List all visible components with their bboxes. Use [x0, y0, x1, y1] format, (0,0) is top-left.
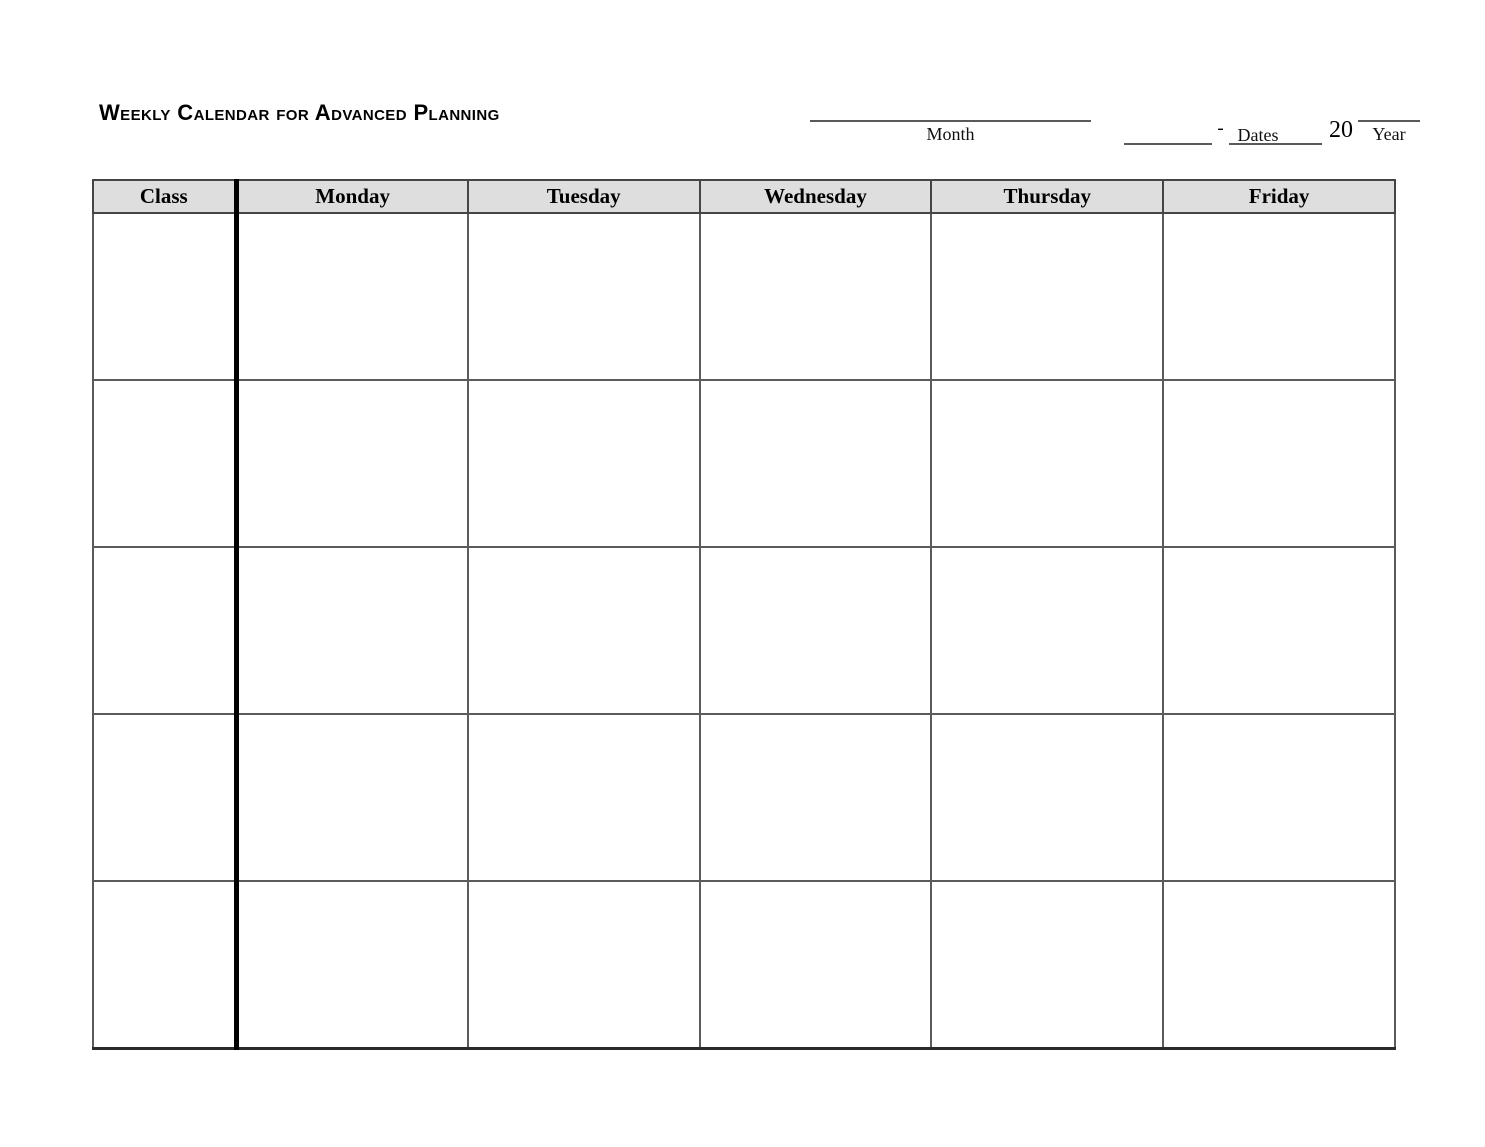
cell-friday[interactable]	[1162, 379, 1396, 548]
column-header-friday: Friday	[1162, 179, 1396, 214]
cell-friday[interactable]	[1162, 880, 1396, 1050]
cell-tuesday[interactable]	[466, 880, 701, 1050]
cell-thursday[interactable]	[930, 212, 1165, 381]
column-header-monday: Monday	[235, 179, 469, 214]
cell-thursday[interactable]	[930, 713, 1165, 882]
cell-tuesday[interactable]	[466, 546, 701, 715]
month-field-label: Month	[926, 124, 975, 144]
dates-start-field-group	[1124, 119, 1212, 145]
column-header-class: Class	[92, 179, 239, 214]
cell-monday[interactable]	[235, 379, 469, 548]
cell-wednesday[interactable]	[698, 713, 933, 882]
cell-friday[interactable]	[1162, 713, 1396, 882]
table-row	[92, 546, 1396, 715]
cell-friday[interactable]	[1162, 212, 1396, 381]
cell-tuesday[interactable]	[466, 212, 701, 381]
calendar-page: Weekly Calendar for Advanced Planning Mo…	[0, 0, 1485, 1147]
header-fill-in-fields: Month - Dates 20 Year	[810, 96, 1420, 145]
dates-range-separator: -	[1217, 118, 1224, 139]
table-row	[92, 379, 1396, 548]
table-row	[92, 713, 1396, 882]
cell-monday[interactable]	[235, 212, 469, 381]
column-header-thursday: Thursday	[930, 179, 1165, 214]
cell-class[interactable]	[92, 379, 239, 548]
cell-monday[interactable]	[235, 880, 469, 1050]
cell-thursday[interactable]	[930, 880, 1165, 1050]
cell-monday[interactable]	[235, 546, 469, 715]
cell-tuesday[interactable]	[466, 379, 701, 548]
cell-wednesday[interactable]	[698, 880, 933, 1050]
weekly-calendar-table: Class Monday Tuesday Wednesday Thursday …	[92, 179, 1396, 1050]
table-body	[92, 212, 1396, 1050]
cell-class[interactable]	[92, 212, 239, 381]
cell-thursday[interactable]	[930, 546, 1165, 715]
year-field-group: Year	[1358, 96, 1420, 145]
cell-class[interactable]	[92, 880, 239, 1050]
cell-wednesday[interactable]	[698, 379, 933, 548]
cell-thursday[interactable]	[930, 379, 1165, 548]
cell-class[interactable]	[92, 546, 239, 715]
dates-end-field-group: Dates	[1229, 119, 1322, 145]
dates-field-label: Dates	[1237, 125, 1279, 145]
column-header-tuesday: Tuesday	[466, 179, 701, 214]
cell-wednesday[interactable]	[698, 546, 933, 715]
dates-start-input-line[interactable]	[1124, 119, 1212, 145]
column-header-wednesday: Wednesday	[698, 179, 933, 214]
cell-tuesday[interactable]	[466, 713, 701, 882]
table-header-row: Class Monday Tuesday Wednesday Thursday …	[92, 179, 1396, 214]
cell-wednesday[interactable]	[698, 212, 933, 381]
year-field-label: Year	[1372, 124, 1406, 144]
table-row	[92, 212, 1396, 381]
cell-monday[interactable]	[235, 713, 469, 882]
cell-class[interactable]	[92, 713, 239, 882]
month-input-line[interactable]	[810, 96, 1091, 122]
table-row	[92, 880, 1396, 1050]
year-input-line[interactable]	[1358, 96, 1420, 122]
page-title: Weekly Calendar for Advanced Planning	[99, 100, 500, 125]
cell-friday[interactable]	[1162, 546, 1396, 715]
year-century-prefix: 20	[1329, 117, 1353, 143]
month-field-group: Month	[810, 96, 1091, 145]
